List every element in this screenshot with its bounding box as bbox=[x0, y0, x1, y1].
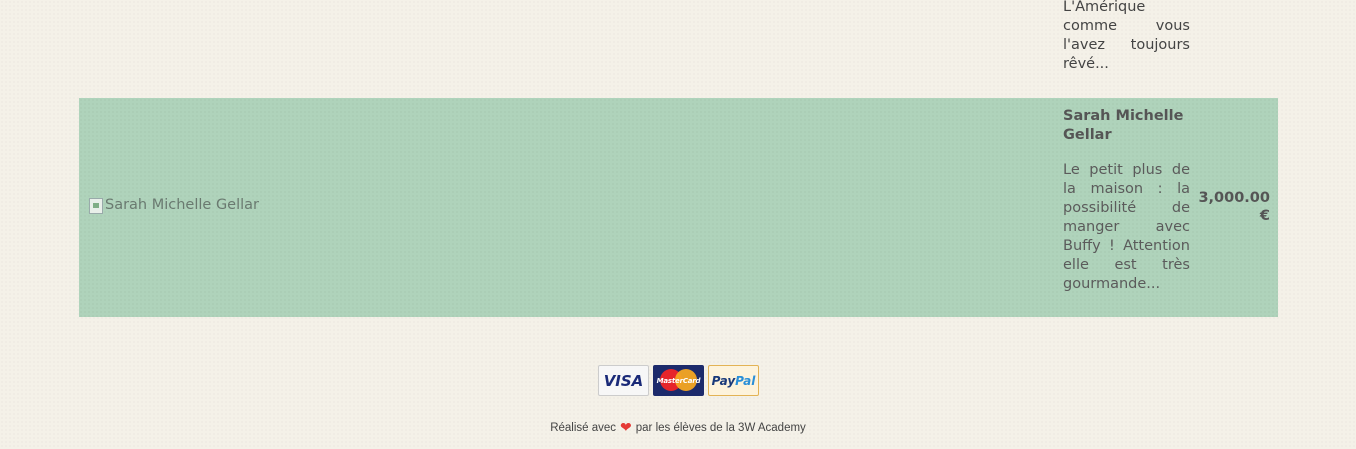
mastercard-label: MasterCard bbox=[656, 376, 701, 385]
payment-methods: VISA MasterCard Pay Pal bbox=[598, 365, 759, 396]
footer-text-before: Réalisé avec bbox=[550, 422, 617, 434]
product-price: 3,000.00 € bbox=[1198, 190, 1270, 224]
product-description: Le petit plus de la maison : la possibil… bbox=[1063, 162, 1190, 292]
visa-label: VISA bbox=[603, 371, 644, 390]
product-description: L'Amérique comme vous l'avez toujours rê… bbox=[1063, 0, 1190, 72]
heart-icon: ❤ bbox=[620, 419, 632, 435]
visa-icon: VISA bbox=[598, 365, 649, 396]
product-image[interactable]: Sarah Michelle Gellar bbox=[89, 196, 259, 215]
paypal-label-pal: Pal bbox=[735, 373, 756, 388]
broken-image-icon bbox=[89, 197, 103, 214]
product-image-alt: Sarah Michelle Gellar bbox=[105, 197, 260, 213]
product-row[interactable]: Sarah Michelle Gellar Sarah Michelle Gel… bbox=[79, 98, 1278, 317]
product-row-previous: L'Amérique comme vous l'avez toujours rê… bbox=[79, 0, 1278, 98]
footer-text-after: par les élèves de la 3W Academy bbox=[635, 422, 806, 434]
mastercard-icon: MasterCard bbox=[653, 365, 704, 396]
paypal-icon: Pay Pal bbox=[708, 365, 759, 396]
footer-credit: Réalisé avec ❤ par les élèves de la 3W Aca… bbox=[0, 419, 1356, 436]
product-name[interactable]: Sarah Michelle Gellar bbox=[1063, 107, 1190, 145]
paypal-label-pay: Pay bbox=[711, 373, 736, 388]
